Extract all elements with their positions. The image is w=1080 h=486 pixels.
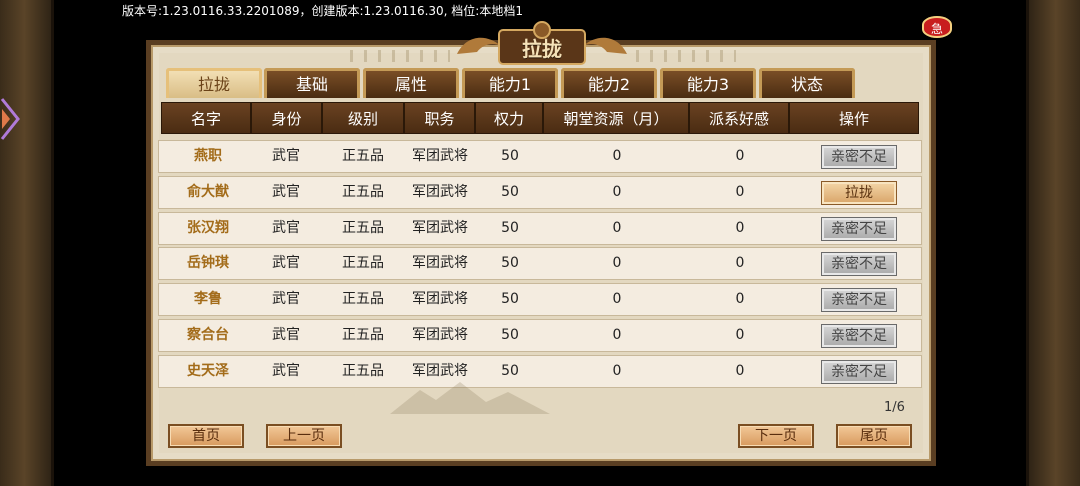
urgent-badge-icon[interactable]: 急 xyxy=(922,16,952,38)
cell-favor: 0 xyxy=(735,291,745,308)
cell-resource: 0 xyxy=(612,219,622,236)
cell-power: 50 xyxy=(501,291,519,308)
prev-page-button[interactable]: 上一页 xyxy=(266,424,342,448)
cell-rank: 正五品 xyxy=(342,148,384,164)
right-border-panel xyxy=(1026,0,1080,486)
next-page-button[interactable]: 下一页 xyxy=(738,424,814,448)
cell-identity: 武官 xyxy=(272,255,300,272)
cell-name: 岳钟琪 xyxy=(187,255,229,272)
col-header-name: 名字 xyxy=(161,102,251,134)
table-row: 李鲁 武官 正五品 军团武将 50 0 0 亲密不足 xyxy=(158,283,922,317)
intimacy-insufficient-button[interactable]: 亲密不足 xyxy=(821,288,897,313)
version-info: 版本号:1.23.0116.33.2201089，创建版本:1.23.0116.… xyxy=(122,4,523,18)
title-plaque: 拉拢 xyxy=(453,20,631,72)
table-header: 名字 身份 级别 职务 权力 朝堂资源（月） 派系好感 操作 xyxy=(161,102,919,134)
cell-resource: 0 xyxy=(612,291,622,308)
cell-rank: 正五品 xyxy=(342,255,384,272)
cell-resource: 0 xyxy=(612,362,622,379)
cell-favor: 0 xyxy=(735,362,745,379)
panel-title: 拉拢 xyxy=(522,37,562,61)
cell-power: 50 xyxy=(501,148,519,164)
cell-name: 察合台 xyxy=(187,327,229,343)
cell-identity: 武官 xyxy=(272,327,300,343)
cell-identity: 武官 xyxy=(272,219,300,236)
table-row: 俞大猷 武官 正五品 军团武将 50 0 0 拉拢 xyxy=(158,175,922,209)
tab-recruit[interactable]: 拉拢 xyxy=(166,68,262,98)
cell-name: 俞大猷 xyxy=(187,183,229,200)
col-header-resource: 朝堂资源（月） xyxy=(543,102,689,134)
col-header-favor: 派系好感 xyxy=(689,102,789,134)
side-expand-arrow-icon[interactable] xyxy=(0,95,22,143)
col-header-rank: 级别 xyxy=(322,102,404,134)
table-row: 张汉翔 武官 正五品 军团武将 50 0 0 亲密不足 xyxy=(158,211,922,245)
cell-post: 军团武将 xyxy=(412,219,468,236)
intimacy-insufficient-button[interactable]: 亲密不足 xyxy=(821,359,897,384)
cell-identity: 武官 xyxy=(272,148,300,164)
intimacy-insufficient-button[interactable]: 亲密不足 xyxy=(821,252,897,277)
tab-status[interactable]: 状态 xyxy=(759,68,855,98)
recruit-button[interactable]: 拉拢 xyxy=(821,180,897,205)
col-header-power: 权力 xyxy=(475,102,543,134)
cell-rank: 正五品 xyxy=(342,183,384,200)
col-header-post: 职务 xyxy=(404,102,475,134)
cell-rank: 正五品 xyxy=(342,219,384,236)
cell-favor: 0 xyxy=(735,183,745,200)
intimacy-insufficient-button[interactable]: 亲密不足 xyxy=(821,324,897,348)
cell-favor: 0 xyxy=(735,219,745,236)
cell-name: 史天泽 xyxy=(187,362,229,379)
table-row: 燕职 武官 正五品 军团武将 50 0 0 亲密不足 xyxy=(158,140,922,173)
cell-favor: 0 xyxy=(735,255,745,272)
tab-ability-3[interactable]: 能力3 xyxy=(660,68,756,98)
table-row: 岳钟琪 武官 正五品 军团武将 50 0 0 亲密不足 xyxy=(158,247,922,281)
cell-post: 军团武将 xyxy=(412,327,468,343)
cell-post: 军团武将 xyxy=(412,148,468,164)
table-row: 察合台 武官 正五品 军团武将 50 0 0 亲密不足 xyxy=(158,319,922,352)
mountain-landscape-icon xyxy=(390,382,550,414)
cell-favor: 0 xyxy=(735,327,745,343)
tab-ability-1[interactable]: 能力1 xyxy=(462,68,558,98)
cell-rank: 正五品 xyxy=(342,291,384,308)
first-page-button[interactable]: 首页 xyxy=(168,424,244,448)
cell-favor: 0 xyxy=(735,148,745,164)
fret-ornament-right xyxy=(636,50,736,62)
cell-name: 燕职 xyxy=(194,148,222,164)
page-indicator: 1/6 xyxy=(884,400,905,415)
cell-post: 军团武将 xyxy=(412,291,468,308)
cell-resource: 0 xyxy=(612,183,622,200)
cell-identity: 武官 xyxy=(272,291,300,308)
cell-name: 李鲁 xyxy=(194,291,222,308)
intimacy-insufficient-button[interactable]: 亲密不足 xyxy=(821,145,897,169)
tab-basic[interactable]: 基础 xyxy=(264,68,360,98)
cell-post: 军团武将 xyxy=(412,255,468,272)
cell-name: 张汉翔 xyxy=(187,219,229,236)
last-page-button[interactable]: 尾页 xyxy=(836,424,912,448)
intimacy-insufficient-button[interactable]: 亲密不足 xyxy=(821,216,897,241)
col-header-identity: 身份 xyxy=(251,102,322,134)
cell-identity: 武官 xyxy=(272,362,300,379)
cell-power: 50 xyxy=(501,255,519,272)
tab-ability-2[interactable]: 能力2 xyxy=(561,68,657,98)
fret-ornament-left xyxy=(350,50,450,62)
left-border-panel xyxy=(0,0,54,486)
cell-power: 50 xyxy=(501,183,519,200)
cell-resource: 0 xyxy=(612,255,622,272)
cell-resource: 0 xyxy=(612,148,622,164)
cell-identity: 武官 xyxy=(272,183,300,200)
cell-power: 50 xyxy=(501,327,519,343)
col-header-action: 操作 xyxy=(789,102,919,134)
cell-rank: 正五品 xyxy=(342,327,384,343)
cell-power: 50 xyxy=(501,219,519,236)
cell-resource: 0 xyxy=(612,327,622,343)
cell-post: 军团武将 xyxy=(412,183,468,200)
tab-attributes[interactable]: 属性 xyxy=(363,68,459,98)
